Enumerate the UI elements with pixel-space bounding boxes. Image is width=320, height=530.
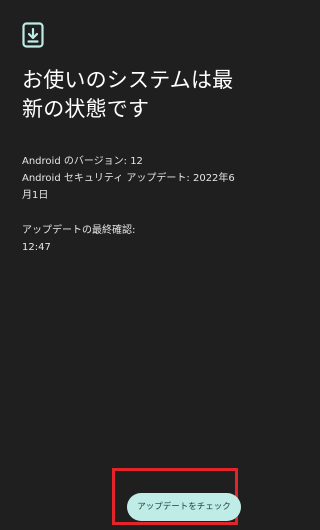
version-info: Android のバージョン: 12 Android セキュリティ アップデート… xyxy=(22,153,237,204)
security-update-text: Android セキュリティ アップデート: 2022年6月1日 xyxy=(22,173,235,201)
android-version-text: Android のバージョン: 12 xyxy=(22,156,143,167)
page-title: お使いのシステムは最新の状態です xyxy=(22,68,234,121)
check-update-button[interactable]: アップデートをチェック xyxy=(127,493,241,521)
last-check-label: アップデートの最終確認: xyxy=(22,225,136,236)
last-check-time: 12:47 xyxy=(22,242,51,253)
last-check-info: アップデートの最終確認: 12:47 xyxy=(22,222,237,256)
phone-download-icon xyxy=(22,22,44,48)
